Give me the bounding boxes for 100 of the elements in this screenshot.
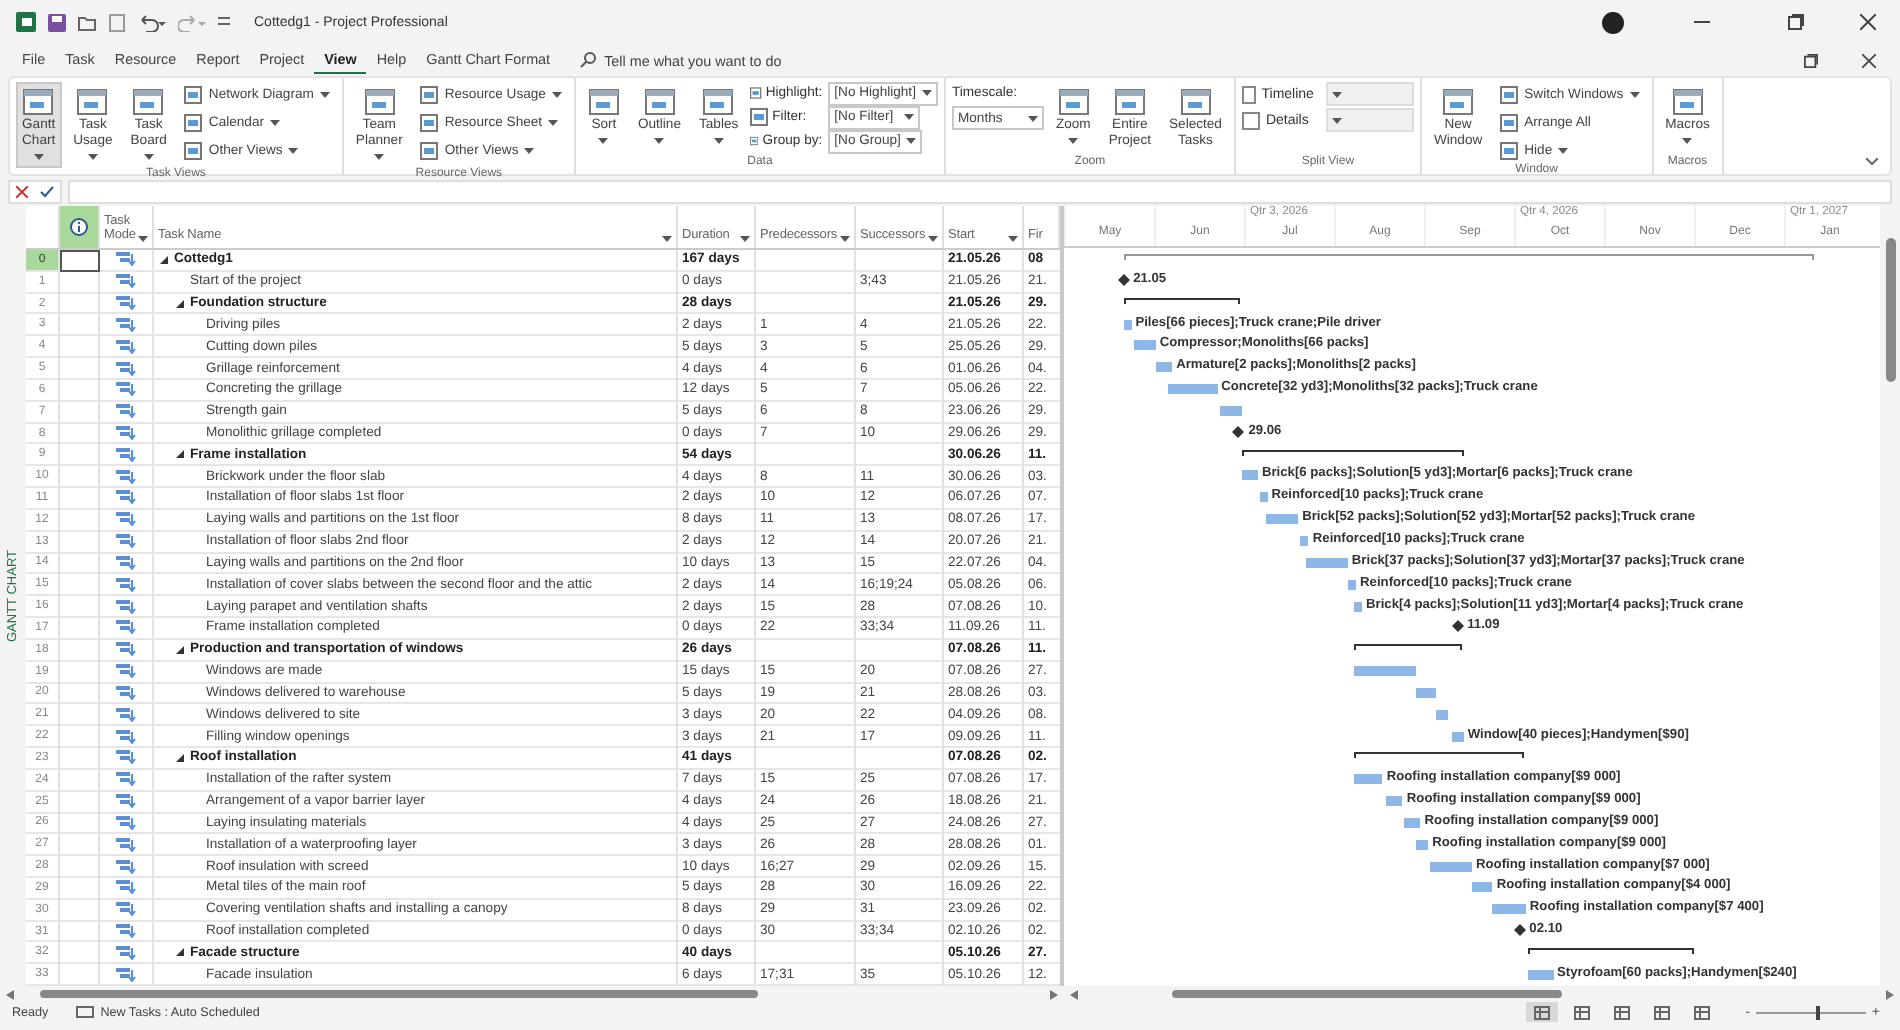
close-icon[interactable] <box>1860 14 1876 30</box>
task-bar[interactable] <box>1451 731 1464 742</box>
auto-schedule-icon <box>116 339 136 354</box>
window-chart-icon <box>1057 86 1090 118</box>
cancel-icon[interactable] <box>16 186 28 198</box>
auto-schedule-icon <box>116 945 136 960</box>
save-icon[interactable] <box>48 13 66 31</box>
auto-schedule-icon <box>116 880 136 895</box>
task-bar[interactable] <box>1306 557 1348 568</box>
entry-field[interactable] <box>68 180 1892 204</box>
indicator-cell[interactable] <box>60 249 100 272</box>
restore-icon[interactable] <box>1804 53 1818 67</box>
folder-icon[interactable] <box>78 13 96 31</box>
task-bar[interactable] <box>1353 666 1416 677</box>
info-icon <box>70 217 88 236</box>
window-chart-icon <box>1179 86 1212 118</box>
scroll-left-icon[interactable] <box>1070 989 1078 999</box>
collapse-triangle-icon[interactable] <box>176 299 184 308</box>
avatar[interactable] <box>1602 11 1624 33</box>
task-bar[interactable] <box>1259 492 1268 503</box>
app-icon <box>16 12 36 32</box>
window-chart-icon <box>1671 86 1704 118</box>
caret-icon <box>1027 115 1038 121</box>
zoom-slider-thumb[interactable] <box>1816 1005 1821 1019</box>
undo-icon[interactable] <box>138 13 166 31</box>
task-bar[interactable] <box>1347 579 1357 590</box>
milestone-diamond <box>1513 924 1526 937</box>
milestone-diamond <box>1232 425 1245 438</box>
vertical-scrollbar[interactable] <box>1880 206 1900 986</box>
table-cell <box>856 249 944 272</box>
auto-schedule-icon <box>116 599 136 614</box>
table-cell <box>856 444 944 467</box>
collapse-ribbon-icon[interactable] <box>1866 158 1878 166</box>
auto-schedule-icon <box>116 534 136 549</box>
auto-schedule-icon <box>116 967 136 982</box>
auto-schedule-icon <box>116 447 136 462</box>
auto-schedule-icon <box>116 620 136 635</box>
task-bar[interactable] <box>1167 384 1218 395</box>
task-bar[interactable] <box>1404 817 1421 828</box>
table-cell <box>856 293 944 315</box>
window-chart-icon <box>643 86 676 118</box>
task-icon <box>76 1005 95 1019</box>
scroll-right-icon[interactable] <box>1886 989 1894 999</box>
window-icon <box>750 84 762 102</box>
task-bar[interactable] <box>1353 601 1362 611</box>
caret-icon <box>906 138 917 144</box>
auto-schedule-icon <box>116 490 136 505</box>
task-bar[interactable] <box>1155 362 1173 373</box>
auto-schedule-icon <box>116 317 136 332</box>
scroll-right-icon[interactable] <box>1050 989 1058 999</box>
checkmark-icon[interactable] <box>40 186 54 198</box>
auto-schedule-icon <box>116 837 136 852</box>
task-bar[interactable] <box>1220 405 1242 416</box>
auto-schedule-icon <box>116 902 136 917</box>
milestone-diamond <box>1117 273 1130 286</box>
task-bar[interactable] <box>1123 319 1132 330</box>
table-cell <box>756 293 856 315</box>
task-bar[interactable] <box>1492 904 1526 915</box>
window-chart-icon <box>1442 86 1475 118</box>
task-bar[interactable] <box>1241 470 1258 481</box>
auto-schedule-icon <box>116 296 136 311</box>
scroll-left-icon[interactable] <box>6 989 14 999</box>
redo-icon[interactable] <box>178 13 206 31</box>
collapse-triangle-icon[interactable] <box>176 948 184 957</box>
task-bar[interactable] <box>1386 796 1403 807</box>
window-chart-icon <box>132 86 165 118</box>
view-shortcut-icon[interactable] <box>1525 1002 1558 1022</box>
task-bar[interactable] <box>1472 882 1493 893</box>
task-bar[interactable] <box>1430 861 1472 872</box>
table-cell <box>756 942 856 965</box>
auto-schedule-icon <box>116 664 136 679</box>
collapse-triangle-icon[interactable] <box>176 450 184 459</box>
task-bar[interactable] <box>1528 969 1553 980</box>
task-bar[interactable] <box>1300 535 1309 546</box>
caret-icon <box>921 90 932 96</box>
customize-icon[interactable] <box>218 16 230 28</box>
window-chart-icon <box>1113 86 1146 118</box>
task-bar[interactable] <box>1265 514 1299 525</box>
auto-schedule-icon <box>116 794 136 809</box>
summary-bracket <box>1123 297 1239 304</box>
caret-icon <box>1331 117 1342 123</box>
window-chart-icon <box>587 86 620 118</box>
document-icon[interactable] <box>108 13 126 31</box>
close-icon[interactable] <box>1862 53 1876 67</box>
task-bar[interactable] <box>1436 709 1449 720</box>
auto-schedule-icon <box>116 707 136 722</box>
restore-icon[interactable] <box>1788 14 1804 30</box>
search-icon[interactable] <box>580 52 597 68</box>
auto-schedule-icon <box>116 426 136 440</box>
auto-schedule-icon <box>116 685 136 700</box>
auto-schedule-icon <box>116 750 136 765</box>
auto-schedule-icon <box>116 555 136 570</box>
task-bar[interactable] <box>1415 687 1437 698</box>
collapse-triangle-icon[interactable] <box>176 753 184 762</box>
collapse-triangle-icon[interactable] <box>160 255 168 264</box>
task-bar[interactable] <box>1353 774 1383 785</box>
task-bar[interactable] <box>1134 340 1156 351</box>
collapse-triangle-icon[interactable] <box>176 645 184 654</box>
auto-schedule-icon <box>116 642 136 657</box>
task-bar[interactable] <box>1415 839 1429 850</box>
